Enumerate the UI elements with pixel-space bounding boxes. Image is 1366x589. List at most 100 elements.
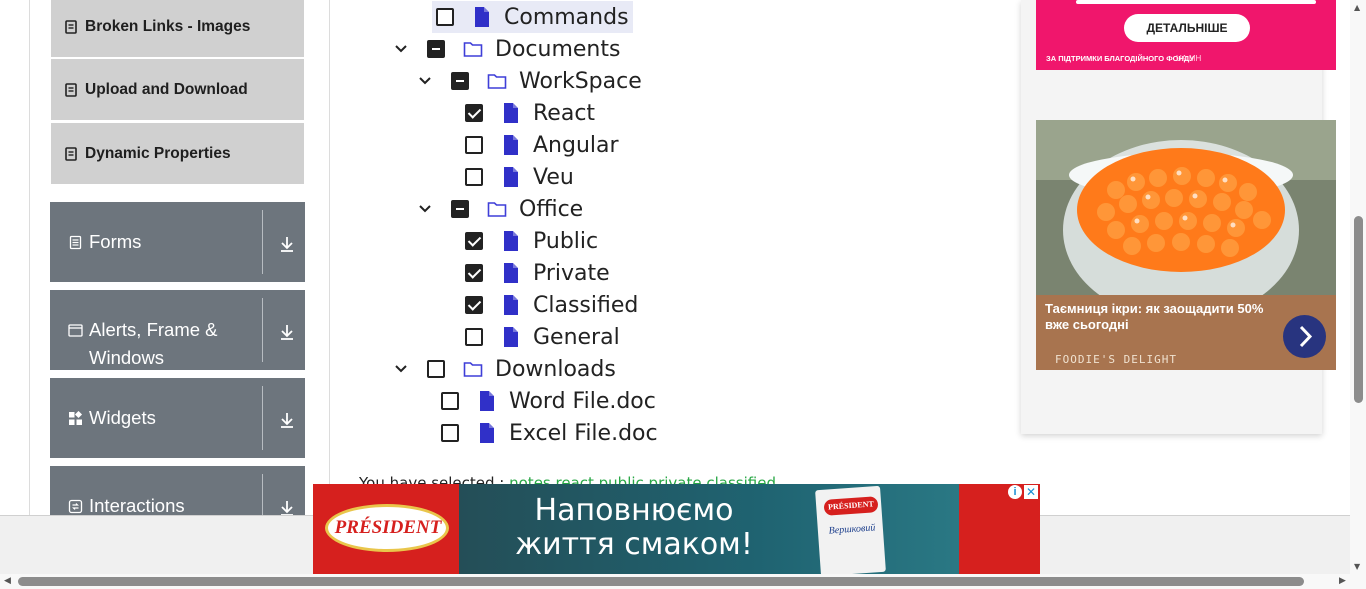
- file-icon: [480, 423, 494, 443]
- checkbox-unchecked[interactable]: [441, 424, 459, 442]
- sidebar-item-label: Broken Links - Images: [85, 17, 251, 35]
- checkbox-unchecked[interactable]: [441, 392, 459, 410]
- sidebar-group-widgets[interactable]: Widgets: [50, 378, 305, 458]
- slogan-line-2: життя смаком!: [515, 527, 753, 562]
- sidebar-item-broken-links[interactable]: Broken Links - Images: [51, 0, 304, 57]
- tree-node-office[interactable]: Office: [451, 193, 583, 225]
- document-icon: [65, 146, 77, 161]
- sidebar-item-upload-download[interactable]: Upload and Download: [51, 59, 304, 120]
- sidebar-group-alerts[interactable]: Alerts, Frame & Windows: [50, 290, 305, 370]
- scroll-left-icon[interactable]: ◀: [4, 576, 11, 586]
- caviar-photo: [1036, 120, 1336, 295]
- interactions-icon: [68, 499, 83, 514]
- document-icon: [65, 19, 77, 34]
- checkbox-indeterminate[interactable]: [451, 72, 469, 90]
- tree-node-label: Excel File.doc: [509, 420, 658, 446]
- chevron-right-icon: [1299, 325, 1313, 348]
- ad-details-button[interactable]: ДЕТАЛЬНІШЕ: [1124, 14, 1250, 42]
- tree-node-angular[interactable]: Angular: [465, 129, 619, 161]
- ad-footer-logos: UA МН: [1176, 54, 1202, 63]
- tree-node-react[interactable]: React: [465, 97, 595, 129]
- slogan-line-1: Наповнюємо: [534, 493, 734, 528]
- tree-node-word-file[interactable]: Word File.doc: [441, 385, 656, 417]
- checkbox-unchecked[interactable]: [465, 136, 483, 154]
- download-arrow-icon[interactable]: [278, 235, 296, 253]
- folder-icon: [487, 202, 507, 217]
- download-arrow-icon[interactable]: [278, 323, 296, 341]
- sidebar-left-border: [29, 0, 30, 515]
- tree-node-label: Commands: [504, 4, 629, 30]
- tree-node-label: General: [533, 324, 620, 350]
- tree-node-label: Word File.doc: [509, 388, 656, 414]
- tree-node-commands[interactable]: Commands: [432, 1, 633, 33]
- divider: [262, 386, 263, 450]
- sidebar-group-label: Forms: [89, 231, 142, 252]
- sidebar-item-label: Upload and Download: [85, 80, 248, 98]
- file-icon: [475, 7, 489, 27]
- download-arrow-icon[interactable]: [278, 411, 296, 429]
- folder-icon: [463, 42, 483, 57]
- checkbox-checked[interactable]: [465, 104, 483, 122]
- checkbox-checked[interactable]: [465, 296, 483, 314]
- checkbox-unchecked[interactable]: [427, 360, 445, 378]
- caviar-ad[interactable]: Таємниця ікри: як заощадити 50% вже сьог…: [1036, 120, 1336, 370]
- tree-node-workspace[interactable]: WorkSpace: [451, 65, 642, 97]
- next-arrow-button[interactable]: [1283, 315, 1326, 358]
- checkbox-unchecked[interactable]: [465, 328, 483, 346]
- tree-node-label: Private: [533, 260, 610, 286]
- president-logo-text: PRÉSIDENT: [334, 517, 442, 538]
- divider: [262, 210, 263, 274]
- document-icon: [65, 82, 77, 97]
- widgets-icon: [69, 411, 83, 425]
- page: Broken Links - Images Upload and Downloa…: [0, 0, 1366, 589]
- tree-node-classified[interactable]: Classified: [465, 289, 638, 321]
- president-banner-ad[interactable]: PRÉSIDENT Наповнюємо життя смаком! PRÉSI…: [313, 484, 1040, 574]
- checkbox-indeterminate[interactable]: [451, 200, 469, 218]
- checkbox-unchecked[interactable]: [465, 168, 483, 186]
- tree-node-public[interactable]: Public: [465, 225, 598, 257]
- folder-icon: [487, 74, 507, 89]
- window-icon: [68, 324, 83, 337]
- chevron-down-icon[interactable]: [393, 361, 409, 377]
- tree-node-label: Office: [519, 196, 584, 222]
- pink-ad[interactable]: ДЕТАЛЬНІШЕ ЗА ПІДТРИМКИ БЛАГОДІЙНОГО ФОН…: [1036, 0, 1336, 70]
- ad-topbar: [1076, 0, 1316, 4]
- tree-node-general[interactable]: General: [465, 321, 620, 353]
- sidebar-item-dynamic-properties[interactable]: Dynamic Properties: [51, 123, 304, 184]
- tree-node-private[interactable]: Private: [465, 257, 610, 289]
- scroll-right-icon[interactable]: ▶: [1339, 576, 1346, 586]
- file-icon: [504, 327, 518, 347]
- ad-close-icon[interactable]: ✕: [1024, 485, 1038, 499]
- file-icon: [504, 295, 518, 315]
- sidebar-item-label: Dynamic Properties: [85, 144, 231, 162]
- tree-node-label: Classified: [533, 292, 639, 318]
- checkbox-checked[interactable]: [465, 232, 483, 250]
- checkbox-checked[interactable]: [465, 264, 483, 282]
- tree-node-label: Public: [533, 228, 599, 254]
- chevron-down-icon[interactable]: [393, 41, 409, 57]
- tree-node-label: WorkSpace: [519, 68, 642, 94]
- sidebar-group-label: Windows: [89, 347, 165, 368]
- tree-node-label: Downloads: [495, 356, 616, 382]
- ad-info-icon[interactable]: i: [1008, 485, 1022, 499]
- tree-node-label: Veu: [533, 164, 574, 190]
- chevron-down-icon[interactable]: [417, 201, 433, 217]
- file-icon: [504, 231, 518, 251]
- tree-node-documents[interactable]: Documents: [427, 33, 620, 65]
- scroll-up-icon[interactable]: ▲: [1354, 3, 1360, 12]
- tree-node-label: Angular: [533, 132, 619, 158]
- scroll-down-icon[interactable]: ▼: [1354, 562, 1360, 571]
- checkbox-unchecked[interactable]: [436, 8, 454, 26]
- tree-node-veu[interactable]: Veu: [465, 161, 574, 193]
- chevron-down-icon[interactable]: [417, 73, 433, 89]
- file-icon: [480, 391, 494, 411]
- horizontal-scroll-thumb[interactable]: [18, 577, 1304, 586]
- tree-node-excel-file[interactable]: Excel File.doc: [441, 417, 658, 449]
- sidebar-group-forms[interactable]: Forms: [50, 202, 305, 282]
- file-icon: [504, 263, 518, 283]
- file-icon: [504, 167, 518, 187]
- checkbox-indeterminate[interactable]: [427, 40, 445, 58]
- tree-node-downloads[interactable]: Downloads: [427, 353, 616, 385]
- vertical-scroll-thumb[interactable]: [1354, 216, 1363, 403]
- ad-footer-text: ЗА ПІДТРИМКИ БЛАГОДІЙНОГО ФОНДУ: [1046, 54, 1194, 63]
